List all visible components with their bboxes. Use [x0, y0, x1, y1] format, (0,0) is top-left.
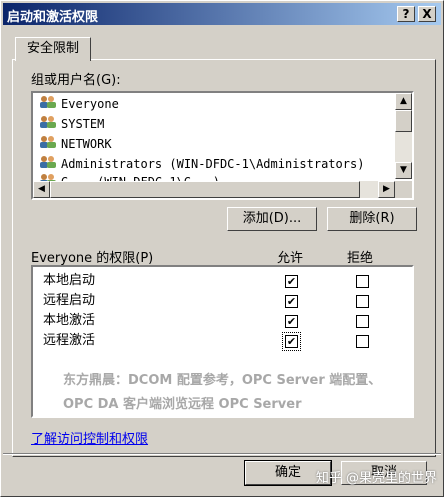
title-bar[interactable]: 启动和激活权限 ? X: [3, 3, 441, 25]
users-icon: [39, 95, 57, 115]
vertical-scrollbar[interactable]: ▲ ▼: [395, 93, 412, 179]
list-item-label: Administrators (WIN-DFDC-1\Administrator…: [61, 157, 365, 171]
permissions-dialog: 启动和激活权限 ? X 安全限制 组或用户名(G): Everyone SYST…: [0, 0, 444, 497]
list-item[interactable]: NETWORK: [39, 134, 112, 154]
tab-security[interactable]: 安全限制: [15, 37, 91, 61]
deny-column-header: 拒绝: [347, 251, 374, 266]
users-icon: [39, 135, 57, 155]
permissions-header: Everyone 的权限(P): [31, 251, 154, 266]
allow-checkbox[interactable]: ✔: [282, 332, 301, 351]
list-item[interactable]: Administrators (WIN-DFDC-1\Administrator…: [39, 154, 364, 174]
group-list-label: 组或用户名(G):: [31, 73, 121, 88]
learn-more-link[interactable]: 了解访问控制和权限: [31, 428, 148, 447]
horizontal-scrollbar[interactable]: ◀ ▶: [33, 181, 395, 198]
scroll-corner: [395, 181, 412, 198]
footer-divider: [3, 453, 441, 455]
deny-checkbox[interactable]: [356, 295, 369, 308]
permission-name: 远程启动: [43, 293, 96, 308]
permission-name: 本地激活: [43, 313, 96, 328]
window-title: 启动和激活权限: [7, 10, 99, 25]
scroll-right-icon[interactable]: ▶: [378, 181, 395, 198]
close-button[interactable]: X: [418, 6, 436, 22]
deny-checkbox[interactable]: [356, 335, 369, 348]
permissions-list: 本地启动 ✔ 远程启动 ✔ 本地激活 ✔ 远程激活 ✔ 东方鼎晨：DCOM 配置…: [31, 265, 414, 418]
allow-checkbox[interactable]: ✔: [285, 275, 298, 288]
permission-name: 远程激活: [43, 333, 96, 348]
list-item-label: Everyone: [61, 97, 119, 111]
list-item[interactable]: SYSTEM: [39, 114, 104, 134]
list-item-label: SYSTEM: [61, 117, 105, 131]
help-button[interactable]: ?: [397, 6, 415, 22]
scroll-thumb[interactable]: [50, 181, 360, 198]
scroll-thumb[interactable]: [395, 110, 412, 132]
add-button[interactable]: 添加(D)...: [227, 207, 317, 231]
group-user-list[interactable]: Everyone SYSTEM NETWORK Administrators (…: [31, 91, 414, 200]
watermark-line-1: 东方鼎晨：DCOM 配置参考，OPC Server 端配置、: [63, 373, 382, 388]
deny-checkbox[interactable]: [356, 315, 369, 328]
deny-checkbox[interactable]: [356, 275, 369, 288]
allow-checkbox[interactable]: ✔: [285, 295, 298, 308]
scroll-left-icon[interactable]: ◀: [33, 181, 50, 198]
scroll-up-icon[interactable]: ▲: [395, 93, 412, 110]
list-item[interactable]: Everyone: [39, 94, 119, 114]
users-icon: [39, 115, 57, 135]
remove-button[interactable]: 删除(R): [327, 207, 417, 231]
allow-column-header: 允许: [277, 251, 304, 266]
allow-checkbox[interactable]: ✔: [285, 315, 298, 328]
permission-name: 本地启动: [43, 273, 96, 288]
list-item-label: NETWORK: [61, 137, 112, 151]
scroll-down-icon[interactable]: ▼: [395, 162, 412, 179]
zhihu-watermark: 知乎 @果壳里的世界: [315, 471, 437, 486]
watermark-line-2: OPC DA 客户端浏览远程 OPC Server: [63, 397, 302, 412]
